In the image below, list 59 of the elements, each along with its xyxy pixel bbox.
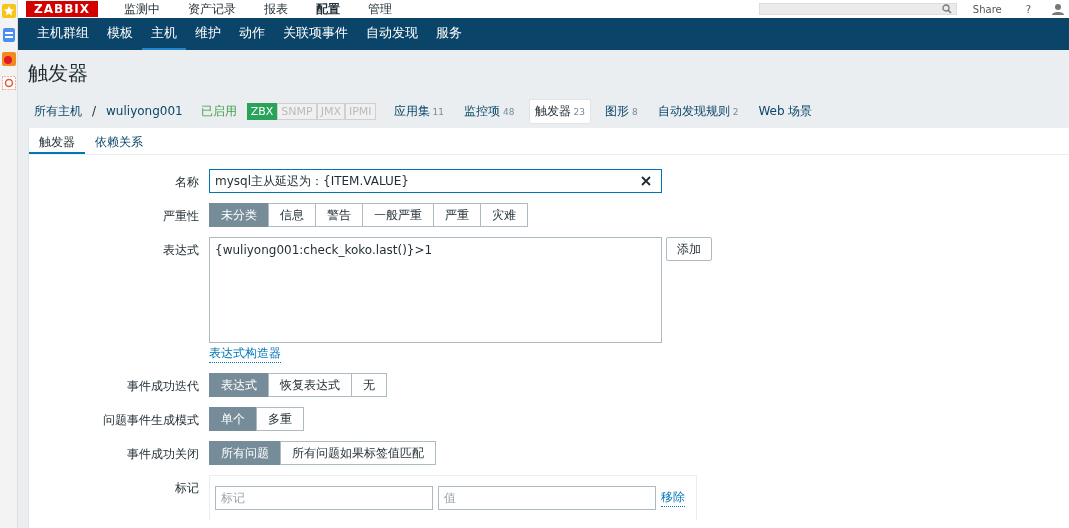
- field-label: 事件成功关闭: [126, 446, 199, 463]
- nav-item[interactable]: 主机: [142, 18, 186, 50]
- host-link[interactable]: 触发器 23: [528, 98, 591, 124]
- nav-item[interactable]: 模板: [98, 18, 142, 50]
- segment-button[interactable]: 一般严重: [362, 203, 434, 227]
- breadcrumb-link[interactable]: wuliyong001: [106, 104, 183, 118]
- field-label: 事件成功迭代: [126, 378, 199, 395]
- field-label: 表达式: [162, 242, 199, 259]
- user-icon[interactable]: [1051, 3, 1065, 15]
- host-status: 已启用: [200, 102, 237, 120]
- availability-badge: ZBX: [246, 102, 278, 120]
- help-link[interactable]: ?: [1025, 3, 1031, 15]
- field-label: 严重性: [162, 208, 199, 225]
- segment-button[interactable]: 无: [351, 373, 387, 397]
- segment-button[interactable]: 所有问题如果标签值匹配: [280, 441, 436, 465]
- menu-item[interactable]: 监测中: [124, 1, 160, 17]
- expression-constructor-link[interactable]: 表达式构造器: [209, 345, 281, 363]
- document-icon[interactable]: [1, 28, 16, 42]
- menu-item[interactable]: 资产记录: [188, 1, 236, 17]
- star-icon[interactable]: [1, 4, 16, 18]
- field-label: 名称: [174, 174, 199, 191]
- nav-item[interactable]: 维护: [186, 18, 230, 50]
- segment-button[interactable]: 警告: [315, 203, 363, 227]
- value-field[interactable]: 值: [438, 486, 656, 510]
- nav-item[interactable]: 自动发现: [357, 18, 427, 50]
- segment-button[interactable]: 灾难: [480, 203, 528, 227]
- tab[interactable]: 依赖关系: [85, 128, 153, 154]
- breadcrumb-separator: /: [92, 104, 97, 118]
- menu-item[interactable]: 报表: [264, 1, 288, 17]
- menu-item[interactable]: 配置: [316, 1, 340, 17]
- nav-item[interactable]: 关联项事件: [274, 18, 357, 50]
- share-link[interactable]: Share: [972, 3, 1002, 15]
- host-link[interactable]: 图形 8: [598, 98, 644, 124]
- host-link[interactable]: Web 场景: [752, 98, 819, 124]
- nav-item[interactable]: 服务: [427, 18, 471, 50]
- expression-field[interactable]: {wuliyong001:check_koko.last()}>1: [209, 237, 662, 343]
- host-link[interactable]: 监控项 48: [458, 98, 521, 124]
- host-link[interactable]: 自动发现规则 2: [651, 98, 745, 124]
- tag-field[interactable]: 标记: [215, 486, 433, 510]
- host-link[interactable]: 应用集 11: [387, 98, 451, 124]
- nav-item[interactable]: 主机群组: [28, 18, 98, 50]
- segment-button[interactable]: 严重: [433, 203, 481, 227]
- zabbix-logo[interactable]: ZABBIX: [26, 1, 98, 17]
- field-label: 问题事件生成模式: [102, 412, 199, 429]
- field-label: 标记: [174, 480, 199, 497]
- nav-item[interactable]: 动作: [230, 18, 274, 50]
- segment-button[interactable]: 信息: [268, 203, 316, 227]
- remove-link[interactable]: 移除: [661, 489, 685, 507]
- segment-button[interactable]: 多重: [256, 407, 304, 431]
- tab[interactable]: 触发器: [29, 128, 85, 154]
- segment-button[interactable]: 恢复表达式: [268, 373, 352, 397]
- breadcrumb-link[interactable]: 所有主机: [34, 102, 82, 120]
- search-field[interactable]: [758, 3, 957, 15]
- name-field[interactable]: mysql主从延迟为：{ITEM.VALUE}: [209, 169, 662, 193]
- page-title: 触发器: [27, 60, 89, 87]
- search-icon[interactable]: [941, 4, 952, 14]
- menu-item[interactable]: 管理: [368, 1, 392, 17]
- close-icon[interactable]: [640, 175, 652, 187]
- add-button[interactable]: 添加: [666, 237, 712, 261]
